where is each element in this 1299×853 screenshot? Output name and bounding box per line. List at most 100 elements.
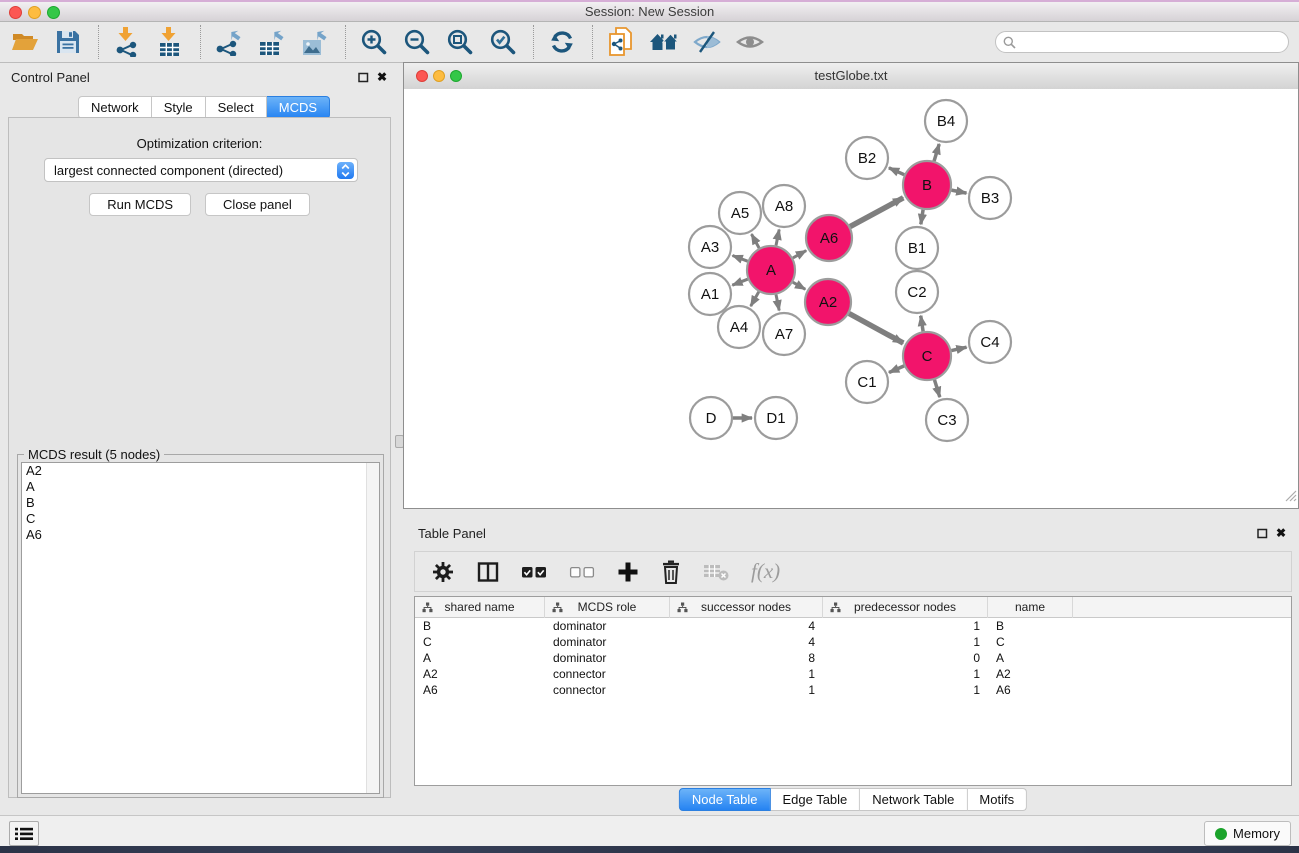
zoom-fit-button[interactable] [443, 24, 477, 60]
search-field[interactable] [995, 31, 1289, 53]
zoom-out-button[interactable] [400, 24, 434, 60]
graph-node-A2[interactable]: A2 [805, 279, 851, 325]
network-canvas[interactable]: AA2A6BCA1A3A4A5A7A8B1B2B3B4C1C2C3C4DD1 [404, 89, 1298, 508]
select-all-columns-button[interactable] [521, 565, 548, 579]
table-cell[interactable]: A2 [415, 667, 545, 681]
graph-edge-A2-C[interactable] [849, 314, 903, 344]
graph-edge-A-A6[interactable] [793, 251, 806, 258]
table-row[interactable]: A6connector11A6 [415, 682, 1291, 698]
graph-node-B3[interactable]: B3 [969, 177, 1011, 219]
result-scrollbar[interactable] [366, 463, 379, 793]
close-mcds-panel-button[interactable]: Close panel [205, 193, 310, 216]
mcds-result-item[interactable]: C [22, 511, 379, 527]
app-minimize-button[interactable] [28, 6, 41, 19]
graph-edge-A-A2[interactable] [793, 282, 806, 289]
mcds-result-item[interactable]: B [22, 495, 379, 511]
graph-edge-A-A1[interactable] [732, 279, 747, 285]
graph-node-D[interactable]: D [690, 397, 732, 439]
graph-edge-B-B4[interactable] [934, 144, 939, 161]
graph-node-A7[interactable]: A7 [763, 313, 805, 355]
table-cell[interactable]: A6 [988, 683, 1073, 697]
column-header-name[interactable]: name [988, 597, 1073, 618]
table-cell[interactable]: B [988, 619, 1073, 633]
graph-edge-B-B1[interactable] [921, 210, 923, 225]
table-cell[interactable]: connector [545, 683, 670, 697]
show-view-button[interactable] [733, 24, 767, 60]
open-session-button[interactable] [8, 24, 42, 60]
zoom-in-button[interactable] [357, 24, 391, 60]
graph-edge-A-A8[interactable] [776, 230, 779, 246]
mcds-result-item[interactable]: A6 [22, 527, 379, 543]
graph-edge-C-C2[interactable] [921, 316, 923, 332]
network-close-button[interactable] [416, 70, 428, 82]
clone-network-button[interactable] [604, 24, 638, 60]
save-session-button[interactable] [51, 24, 85, 60]
close-table-panel-button[interactable]: ✖ [1274, 526, 1288, 540]
table-options-button[interactable] [431, 560, 455, 584]
memory-button[interactable]: Memory [1204, 821, 1291, 846]
network-zoom-button[interactable] [450, 70, 462, 82]
tab-network-table[interactable]: Network Table [860, 788, 967, 811]
mcds-result-item[interactable]: A [22, 479, 379, 495]
hide-visual-style-button[interactable] [690, 24, 724, 60]
mcds-result-item[interactable]: A2 [22, 463, 379, 479]
table-cell[interactable]: 1 [670, 667, 823, 681]
graph-edge-C-C3[interactable] [935, 380, 940, 397]
refresh-view-button[interactable] [545, 24, 579, 60]
table-cell[interactable]: dominator [545, 635, 670, 649]
import-table-button[interactable] [153, 24, 187, 60]
table-cell[interactable]: 1 [823, 619, 988, 633]
node-table[interactable]: shared nameMCDS rolesuccessor nodesprede… [414, 596, 1292, 786]
graph-node-C[interactable]: C [903, 332, 951, 380]
table-cell[interactable]: 4 [670, 635, 823, 649]
table-cell[interactable]: 1 [823, 683, 988, 697]
table-cell[interactable]: 8 [670, 651, 823, 665]
table-cell[interactable]: C [988, 635, 1073, 649]
tab-edge-table[interactable]: Edge Table [770, 788, 860, 811]
table-cell[interactable]: 0 [823, 651, 988, 665]
column-selector-button[interactable] [476, 560, 500, 584]
graph-node-A1[interactable]: A1 [689, 273, 731, 315]
graph-node-A6[interactable]: A6 [806, 215, 852, 261]
table-cell[interactable]: C [415, 635, 545, 649]
export-image-button[interactable] [298, 24, 332, 60]
network-minimize-button[interactable] [433, 70, 445, 82]
import-network-button[interactable] [110, 24, 144, 60]
tab-select[interactable]: Select [206, 96, 267, 119]
graph-node-C4[interactable]: C4 [969, 321, 1011, 363]
graph-node-C3[interactable]: C3 [926, 399, 968, 441]
table-row[interactable]: Adominator80A [415, 650, 1291, 666]
graph-edge-A-A3[interactable] [733, 256, 748, 262]
table-cell[interactable]: 1 [823, 667, 988, 681]
mcds-result-list[interactable]: A2ABCA6 [21, 462, 380, 794]
search-input[interactable] [1020, 34, 1288, 50]
graph-node-A8[interactable]: A8 [763, 185, 805, 227]
graph-edge-C-C1[interactable] [889, 366, 904, 373]
delete-column-button[interactable] [660, 560, 682, 584]
column-header-successor-nodes[interactable]: successor nodes [670, 597, 823, 618]
table-cell[interactable]: A [415, 651, 545, 665]
network-window-titlebar[interactable]: testGlobe.txt [404, 63, 1298, 90]
tab-style[interactable]: Style [152, 96, 206, 119]
close-panel-button[interactable]: ✖ [375, 70, 389, 84]
table-cell[interactable]: A [988, 651, 1073, 665]
graph-node-A4[interactable]: A4 [718, 306, 760, 348]
function-builder-button[interactable]: f(x) [751, 559, 780, 584]
graph-edge-B-B3[interactable] [952, 190, 967, 193]
delete-table-button[interactable] [703, 562, 730, 582]
graph-node-D1[interactable]: D1 [755, 397, 797, 439]
table-cell[interactable]: 4 [670, 619, 823, 633]
table-cell[interactable]: A2 [988, 667, 1073, 681]
column-header-MCDS-role[interactable]: MCDS role [545, 597, 670, 618]
column-header-shared-name[interactable]: shared name [415, 597, 545, 618]
run-mcds-button[interactable]: Run MCDS [89, 193, 191, 216]
table-row[interactable]: A2connector11A2 [415, 666, 1291, 682]
float-table-panel-button[interactable] [1255, 526, 1269, 540]
graph-node-B2[interactable]: B2 [846, 137, 888, 179]
graph-node-C1[interactable]: C1 [846, 361, 888, 403]
table-cell[interactable]: 1 [823, 635, 988, 649]
add-column-button[interactable] [617, 561, 639, 583]
task-history-button[interactable] [9, 821, 39, 846]
export-table-button[interactable] [255, 24, 289, 60]
criterion-dropdown[interactable]: largest connected component (directed) [44, 158, 358, 182]
